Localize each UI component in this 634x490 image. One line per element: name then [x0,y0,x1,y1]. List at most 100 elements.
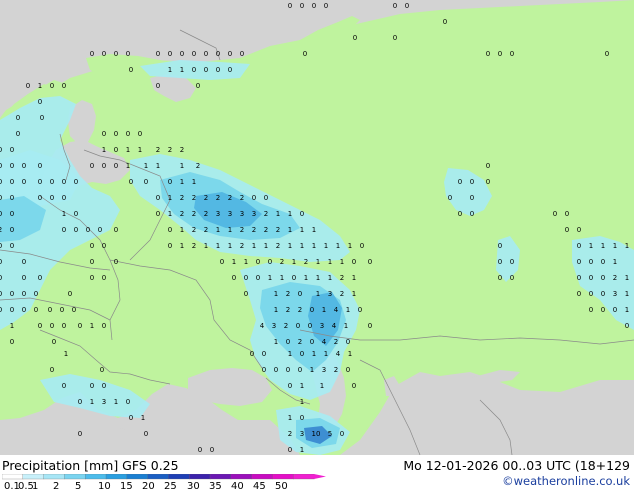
precip-value-label: 3 [300,430,304,438]
precip-value-label: 3 [320,322,324,330]
precip-value-label: 0 [192,50,196,58]
precip-value-label: 0 [498,274,502,282]
colorbar-arrow [314,474,326,479]
precip-value-label: 0 [102,274,106,282]
precip-value-label: 10 [312,430,321,438]
colorbar-swatch [126,474,149,480]
precip-value-label: 0 [10,290,14,298]
precip-value-label: 0 [577,290,581,298]
precip-value-label: 3 [272,322,276,330]
precip-value-label: 0 [601,290,605,298]
colorbar-swatch [85,474,107,480]
precip-value-label: 0 [458,178,462,186]
precip-value-label: 1 [613,242,617,250]
precip-value-label: 1 [102,146,106,154]
precip-value-label: 0 [498,258,502,266]
precip-value-label: 0 [22,290,26,298]
colorbar-swatch [189,474,211,480]
precip-value-label: 0 [250,350,254,358]
precip-value-label: 1 [324,242,328,250]
precip-value-label: 1 [601,242,605,250]
precip-value-label: 1 [288,226,292,234]
precip-value-label: 0 [100,366,104,374]
precip-value-label: 0 [470,210,474,218]
precip-value-label: 0 [353,34,357,42]
precip-value-label: 0 [625,322,629,330]
precip-value-label: 0 [168,226,172,234]
precip-value-label: 3 [328,290,332,298]
precip-value-label: 0 [168,50,172,58]
precip-value-label: 0 [300,350,304,358]
precip-value-label: 0 [368,322,372,330]
precip-value-label: 0 [102,322,106,330]
precip-value-label: 0 [38,322,42,330]
precip-value-label: 0 [102,50,106,58]
precip-value-label: 0 [114,162,118,170]
precip-value-label: 0 [34,290,38,298]
precip-value-label: 0 [298,366,302,374]
precip-value-label: 0 [22,306,26,314]
precip-value-label: 1 [274,290,278,298]
precip-value-label: 0 [114,146,118,154]
precip-value-label: 1 [316,258,320,266]
precip-value-label: 4 [332,322,337,330]
precip-value-label: 0 [114,130,118,138]
precip-value-label: 1 [10,322,14,330]
precip-value-label: 0 [486,50,490,58]
precip-value-label: 0 [102,382,106,390]
precip-value-label: 0 [50,82,54,90]
precip-value-label: 0 [10,210,14,218]
colorbar-tick-label: 5 [75,481,81,490]
precip-value-label: 1 [300,382,304,390]
map-footer: Precipitation [mm] GFS 0.25 Mo 12-01-202… [0,455,634,490]
precip-value-label: 0 [126,398,130,406]
precip-value-label: 0 [510,258,514,266]
precip-value-label: 0 [256,274,260,282]
precip-value-label: 0 [216,66,220,74]
precip-value-label: 0 [448,194,452,202]
precip-value-label: 1 [320,382,324,390]
precip-value-label: 0 [286,366,290,374]
precip-value-label: 0 [589,306,593,314]
precip-value-label: 1 [64,350,68,358]
precip-value-label: 0 [244,290,248,298]
credit-link[interactable]: ©weatheronline.co.uk [502,474,630,488]
precip-value-label: 0 [220,258,224,266]
precip-value-label: 0 [292,274,296,282]
precip-value-label: 1 [292,258,296,266]
precip-value-label: 1 [126,146,130,154]
precip-value-label: 1 [38,82,42,90]
colorbar-tick-label: 10 [98,481,111,490]
precip-value-label: 0 [168,178,172,186]
colorbar-swatches [2,474,326,480]
precip-value-label: 0 [601,306,605,314]
precip-value-label: 0 [298,290,302,298]
precip-value-label: 1 [156,162,160,170]
precip-value-label: 0 [10,242,14,250]
precip-value-label: 2 [0,226,2,234]
precip-value-label: 2 [204,226,208,234]
precip-value-label: 2 [196,162,200,170]
precip-value-label: 0 [204,50,208,58]
precip-value-label: 1 [144,162,148,170]
precip-value-label: 2 [298,338,302,346]
precip-value-label: 0 [0,274,2,282]
precip-value-label: 1 [204,242,208,250]
precip-value-label: 2 [240,242,244,250]
precip-value-label: 0 [72,306,76,314]
colorbar-swatch [43,474,65,480]
precip-value-label: 0 [114,226,118,234]
precip-value-label: 0 [589,274,593,282]
precip-value-label: 2 [156,146,160,154]
precip-value-label: 0 [98,226,102,234]
precip-value-label: 2 [192,194,196,202]
precip-value-label: 0 [553,210,557,218]
precip-value-label: 2 [613,274,617,282]
precip-value-label: 0 [232,274,236,282]
precip-value-label: 0 [613,306,617,314]
precip-value-label: 0 [368,258,372,266]
precip-value-label: 0 [126,130,130,138]
precip-value-label: 0 [256,258,260,266]
precip-value-label: 0 [0,306,2,314]
precip-value-label: 1 [180,226,184,234]
